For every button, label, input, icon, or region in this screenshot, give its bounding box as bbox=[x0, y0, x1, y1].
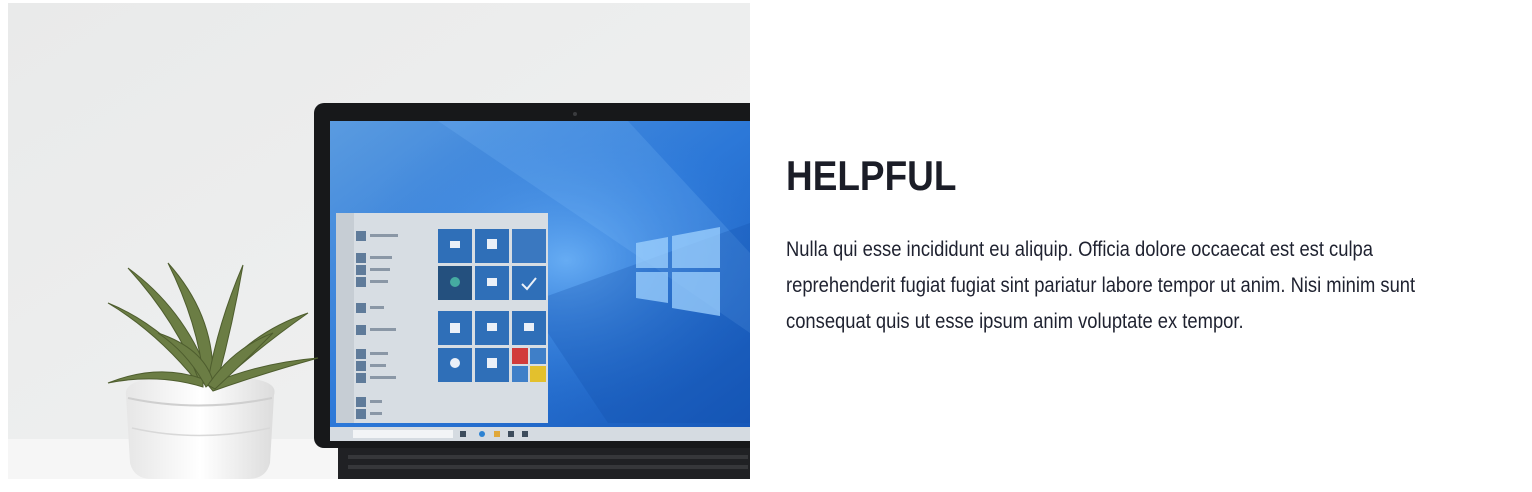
feature-image bbox=[8, 3, 750, 479]
feature-title: HELPFUL bbox=[786, 152, 957, 199]
feature-description: Nulla qui esse incididunt eu aliquip. Of… bbox=[786, 238, 1416, 333]
feature-text: HELPFUL Nulla qui esse incididunt eu ali… bbox=[786, 150, 1486, 340]
